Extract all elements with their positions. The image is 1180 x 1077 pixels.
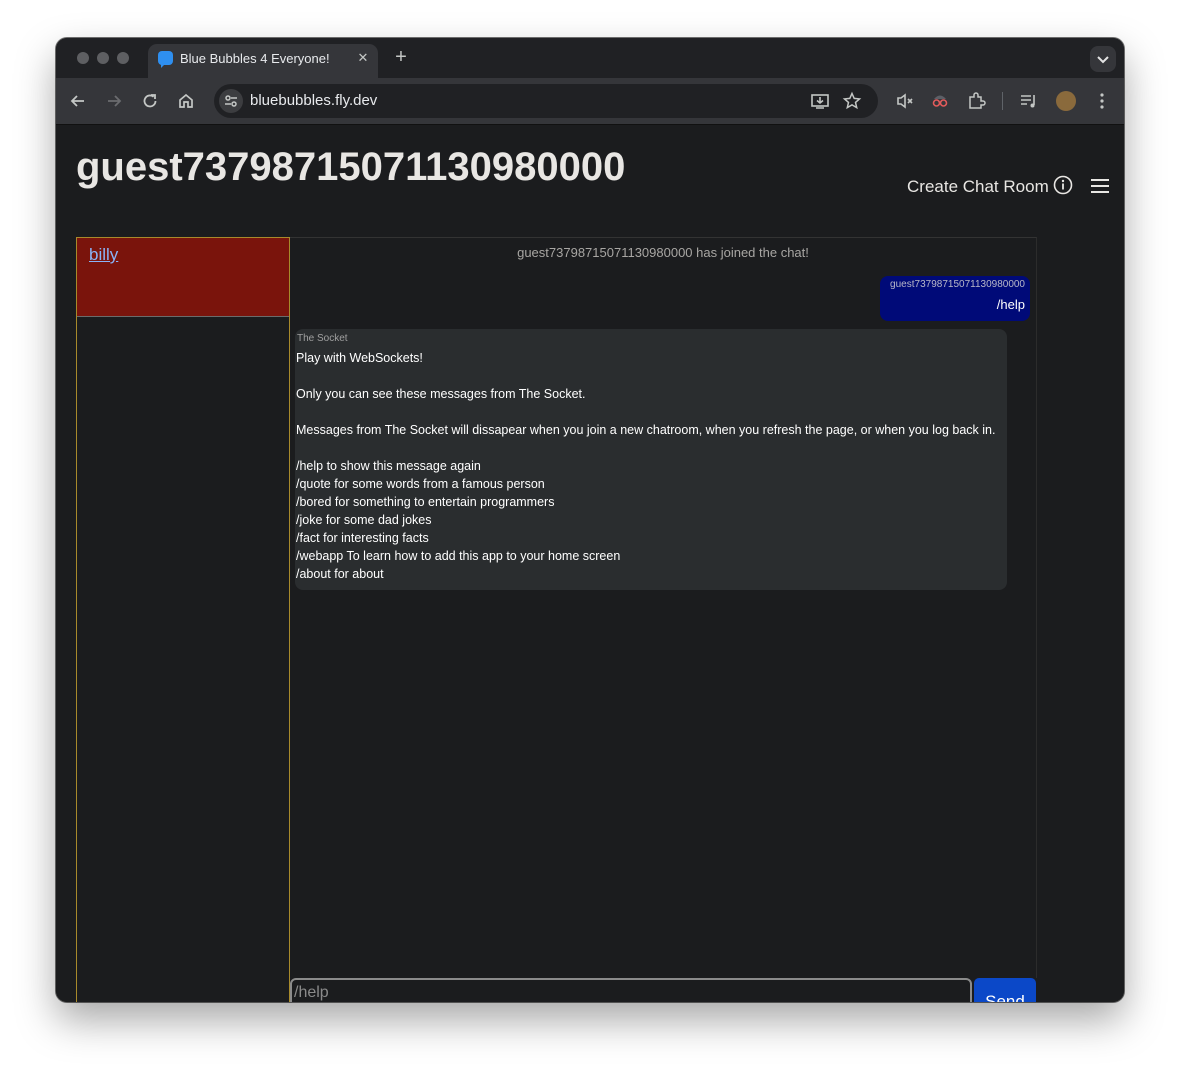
- message-sender: The Socket: [297, 333, 348, 344]
- star-icon: [842, 91, 862, 110]
- message-line: [296, 439, 995, 457]
- reload-icon: [143, 94, 157, 108]
- arrow-right-icon: [108, 95, 122, 107]
- back-button[interactable]: [64, 87, 92, 115]
- browser-tab[interactable]: Blue Bubbles 4 Everyone! ✕: [148, 44, 378, 78]
- message-line: Messages from The Socket will dissapear …: [296, 423, 996, 437]
- arrow-left-icon: [70, 95, 84, 107]
- spy-icon: [932, 95, 948, 107]
- page-title: guest73798715071130980000: [76, 145, 626, 189]
- browser-toolbar: bluebubbles.fly.dev: [56, 78, 1124, 125]
- my-message-bubble: guest73798715071130980000 /help: [880, 276, 1030, 321]
- home-button[interactable]: [172, 87, 200, 115]
- room-link[interactable]: billy: [89, 245, 118, 265]
- message-line: /about for about: [296, 567, 384, 581]
- avatar: [1056, 91, 1076, 111]
- message-line: /bored for something to entertain progra…: [296, 495, 555, 509]
- message-body: Play with WebSockets! Only you can see t…: [296, 349, 995, 583]
- profile-button[interactable]: [1052, 87, 1080, 115]
- message-line: /help to show this message again: [296, 459, 481, 473]
- playlist-icon: [1021, 95, 1035, 108]
- room-list: billy: [76, 237, 290, 1002]
- url-text: bluebubbles.fly.dev: [250, 92, 378, 109]
- extension-spy-button[interactable]: [926, 87, 954, 115]
- address-bar[interactable]: bluebubbles.fly.dev: [214, 84, 878, 118]
- close-window-button[interactable]: [77, 52, 89, 64]
- message-sender: guest73798715071130980000: [890, 279, 1025, 290]
- tab-search-button[interactable]: [1090, 46, 1116, 72]
- message-line: /webapp To learn how to add this app to …: [296, 549, 621, 563]
- install-icon: [811, 94, 829, 109]
- info-button[interactable]: [1053, 175, 1073, 195]
- media-controls-button[interactable]: [1015, 87, 1043, 115]
- zoom-window-button[interactable]: [117, 52, 129, 64]
- chat-messages: guest73798715071130980000 has joined the…: [290, 237, 1037, 978]
- extensions-button[interactable]: [962, 87, 990, 115]
- chevron-down-icon: [1097, 56, 1109, 64]
- message-line: /joke for some dad jokes: [296, 513, 432, 527]
- tab-strip: Blue Bubbles 4 Everyone! ✕ +: [56, 38, 1124, 78]
- message-line: [296, 403, 995, 421]
- tab-title: Blue Bubbles 4 Everyone!: [180, 51, 330, 66]
- puzzle-icon: [969, 92, 986, 109]
- site-info-button[interactable]: [219, 89, 243, 113]
- message-line: /fact for interesting facts: [296, 531, 429, 545]
- mute-tab-button[interactable]: [891, 87, 919, 115]
- browser-menu-button[interactable]: [1088, 87, 1116, 115]
- message-line: Only you can see these messages from The…: [296, 387, 586, 401]
- message-line: Play with WebSockets!: [296, 351, 423, 365]
- page-content: guest73798715071130980000 Create Chat Ro…: [56, 125, 1124, 1002]
- tune-icon: [225, 95, 237, 107]
- bookmark-button[interactable]: [842, 91, 862, 111]
- reload-button[interactable]: [136, 87, 164, 115]
- home-icon: [179, 93, 193, 108]
- message-line: /quote for some words from a famous pers…: [296, 477, 545, 491]
- browser-window: Blue Bubbles 4 Everyone! ✕ + bluebubbles…: [56, 38, 1124, 1002]
- hamburger-menu-button[interactable]: [1090, 178, 1110, 194]
- hamburger-icon: [1091, 179, 1109, 193]
- message-line: [296, 367, 995, 385]
- minimize-window-button[interactable]: [97, 52, 109, 64]
- chat-bubble-icon: [158, 51, 173, 68]
- send-button[interactable]: Send: [974, 978, 1036, 1002]
- forward-button[interactable]: [100, 87, 128, 115]
- join-notice: guest73798715071130980000 has joined the…: [517, 245, 809, 260]
- room-item-billy[interactable]: billy: [77, 238, 289, 317]
- message-input[interactable]: [290, 978, 972, 1002]
- new-tab-button[interactable]: +: [390, 46, 412, 68]
- message-text: /help: [996, 297, 1025, 312]
- more-vertical-icon: [1100, 93, 1104, 109]
- info-icon: [1053, 175, 1073, 195]
- toolbar-divider: [1002, 92, 1003, 110]
- install-app-button[interactable]: [810, 91, 830, 111]
- bot-message-bubble: The Socket Play with WebSockets! Only yo…: [295, 329, 1007, 590]
- tab-close-icon[interactable]: ✕: [354, 49, 372, 67]
- speaker-muted-icon: [897, 93, 913, 109]
- create-chat-room-link[interactable]: Create Chat Room: [907, 177, 1049, 197]
